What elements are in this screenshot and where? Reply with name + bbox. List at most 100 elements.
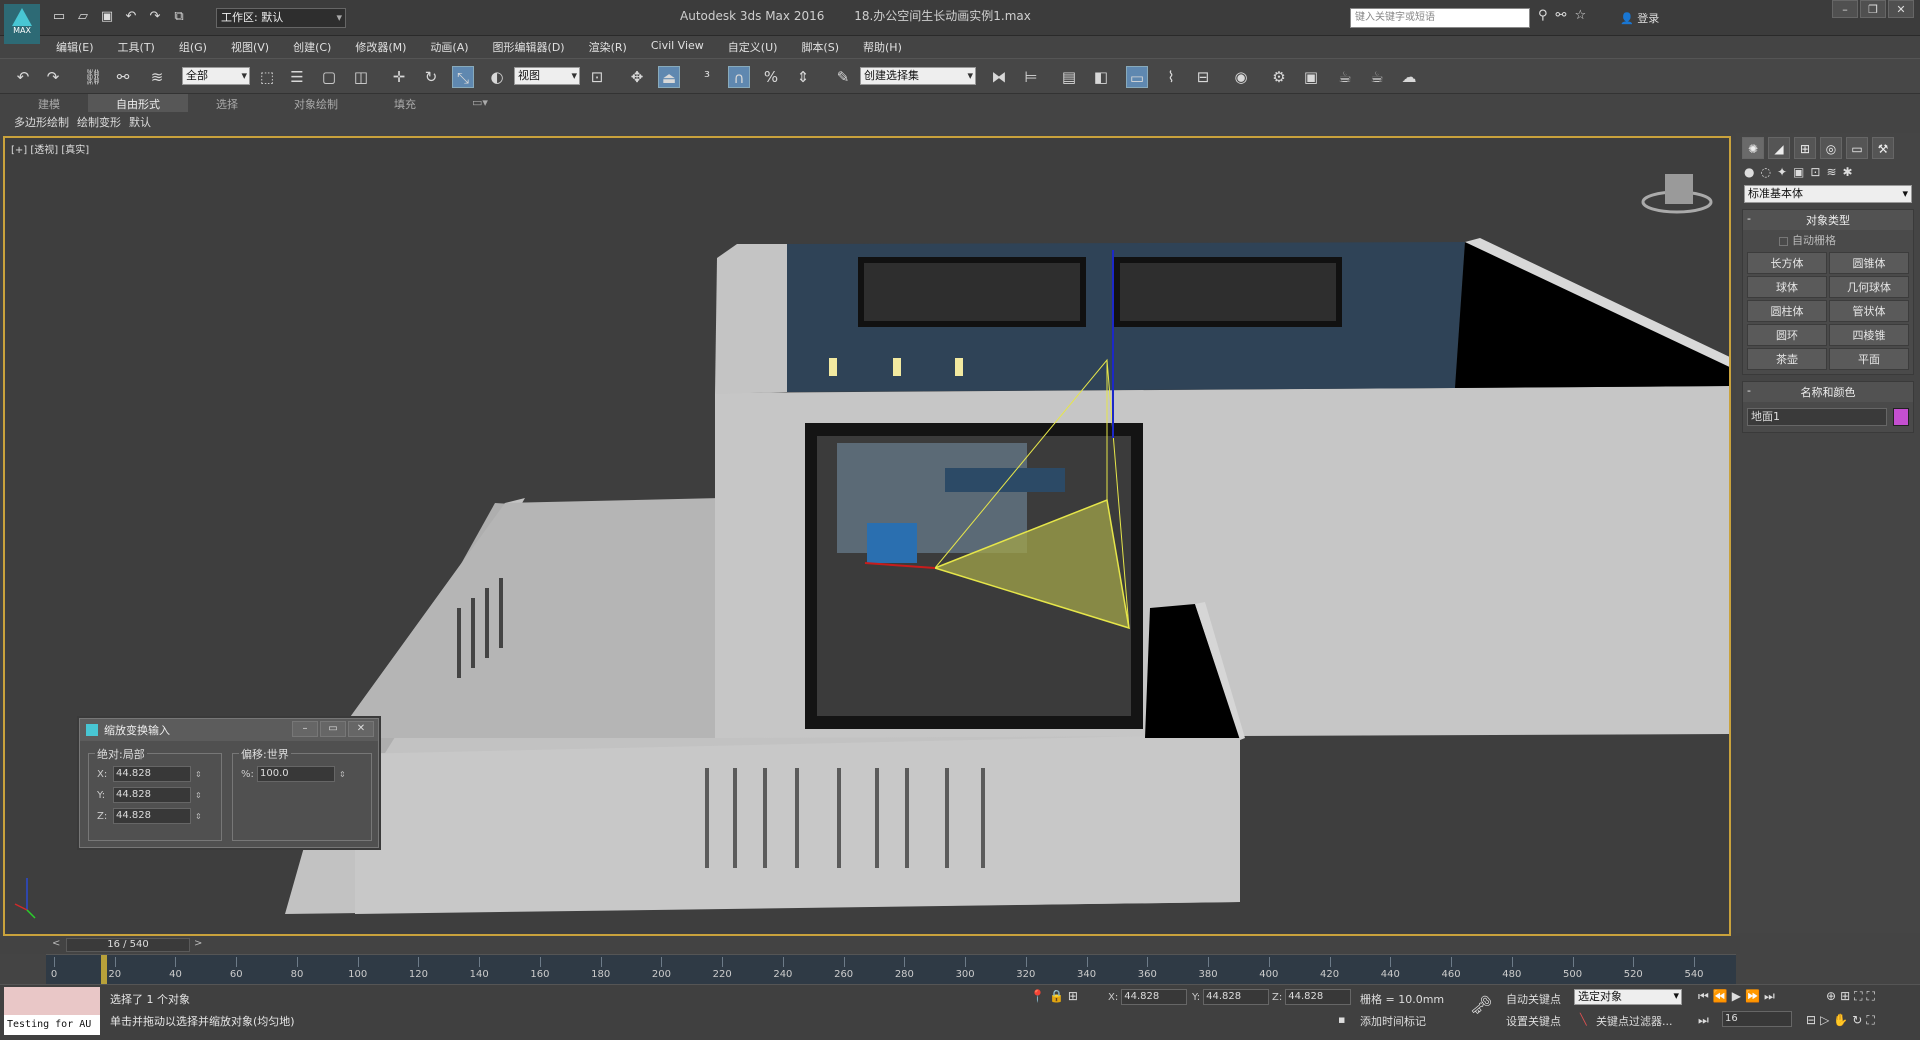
zoom-icon[interactable]: ⊕ bbox=[1826, 989, 1836, 1004]
restore-icon[interactable]: ▭ bbox=[320, 721, 346, 737]
place-icon[interactable]: ◐ bbox=[486, 66, 508, 88]
abs-x-spinner[interactable]: ⇕ bbox=[195, 770, 203, 779]
menu-views[interactable]: 视图(V) bbox=[219, 36, 281, 58]
scene-explorer-icon[interactable]: ◧ bbox=[1090, 66, 1112, 88]
select-by-name-icon[interactable]: ☰ bbox=[286, 66, 308, 88]
coord-y-input[interactable]: 44.828 bbox=[1203, 989, 1270, 1005]
helpers-icon[interactable]: ⊡ bbox=[1810, 165, 1820, 179]
key-filters-button[interactable]: 关键点过滤器... bbox=[1596, 1013, 1673, 1029]
cylinder-button[interactable]: 圆柱体 bbox=[1747, 300, 1827, 322]
menu-customize[interactable]: 自定义(U) bbox=[716, 36, 790, 58]
save-file-icon[interactable]: ▣ bbox=[98, 8, 116, 26]
pyramid-button[interactable]: 四棱锥 bbox=[1829, 324, 1909, 346]
mirror-icon[interactable]: ⧓ bbox=[988, 66, 1010, 88]
offset-percent-spinner[interactable]: ⇕ bbox=[339, 770, 347, 779]
align-icon[interactable]: ⊨ bbox=[1020, 66, 1042, 88]
poly-draw-panel[interactable]: 多边形绘制 bbox=[14, 114, 69, 130]
selection-lock-icon[interactable]: 🔒 bbox=[1049, 989, 1064, 1003]
undo-icon[interactable]: ↶ bbox=[12, 66, 34, 88]
reference-coordinate-dropdown[interactable]: 视图 bbox=[514, 67, 580, 85]
login-button[interactable]: 👤 登录 bbox=[1620, 10, 1659, 26]
abs-y-input[interactable]: 44.828 bbox=[113, 787, 191, 803]
select-rotate-icon[interactable]: ↻ bbox=[420, 66, 442, 88]
next-frame-icon[interactable]: ⏩ bbox=[1745, 989, 1760, 1004]
coord-x-input[interactable]: 44.828 bbox=[1121, 989, 1188, 1005]
ribbon-toggle-icon[interactable]: ▭ bbox=[1126, 66, 1148, 88]
plane-button[interactable]: 平面 bbox=[1829, 348, 1909, 370]
previous-frame-icon[interactable]: ⏪ bbox=[1713, 989, 1728, 1004]
next-frame-arrow-icon[interactable]: > bbox=[194, 938, 202, 949]
object-name-input[interactable]: 地面1 bbox=[1747, 408, 1887, 426]
key-mode-dropdown[interactable]: 选定对象 bbox=[1574, 989, 1682, 1005]
select-object-icon[interactable]: ⬚ bbox=[256, 66, 278, 88]
selection-filter-dropdown[interactable]: 全部 bbox=[182, 67, 250, 85]
geometry-category-dropdown[interactable]: 标准基本体 bbox=[1744, 185, 1912, 203]
material-editor-icon[interactable]: ◉ bbox=[1230, 66, 1252, 88]
project-folder-icon[interactable]: ⧉ bbox=[170, 8, 188, 26]
isolate-selection-icon[interactable]: 📍 bbox=[1030, 989, 1045, 1003]
go-to-start-icon[interactable]: ⏮ bbox=[1698, 989, 1709, 1004]
utilities-tab-icon[interactable]: ⚒ bbox=[1872, 137, 1894, 159]
add-time-tag[interactable]: 添加时间标记 bbox=[1360, 1013, 1426, 1029]
object-color-swatch[interactable] bbox=[1893, 408, 1909, 426]
autogrid-checkbox[interactable]: 自动栅格 bbox=[1743, 230, 1913, 250]
play-icon[interactable]: ▶ bbox=[1732, 989, 1741, 1004]
maxscript-input[interactable]: Testing for AU bbox=[4, 1015, 100, 1035]
menu-modifiers[interactable]: 修改器(M) bbox=[343, 36, 418, 58]
open-file-icon[interactable]: ▱ bbox=[74, 8, 92, 26]
sphere-button[interactable]: 球体 bbox=[1747, 276, 1827, 298]
torus-button[interactable]: 圆环 bbox=[1747, 324, 1827, 346]
menu-group[interactable]: 组(G) bbox=[167, 36, 219, 58]
render-setup-icon[interactable]: ⚙ bbox=[1268, 66, 1290, 88]
space-warps-icon[interactable]: ≋ bbox=[1826, 165, 1836, 179]
track-bar[interactable]: 0 20 40 60 80 100 120 140 160 180 200 220 240 260 280 3… bbox=[46, 954, 1736, 985]
systems-icon[interactable]: ✱ bbox=[1843, 165, 1853, 179]
close-icon[interactable]: ✕ bbox=[1888, 0, 1914, 18]
search-input[interactable]: 键入关键字或短语 bbox=[1350, 8, 1530, 28]
angle-snap-icon[interactable]: ∩ bbox=[728, 66, 750, 88]
auto-key-button[interactable]: 自动关键点 bbox=[1506, 991, 1561, 1007]
abs-z-input[interactable]: 44.828 bbox=[113, 808, 191, 824]
restore-icon[interactable]: ❐ bbox=[1860, 0, 1886, 18]
tab-modeling[interactable]: 建模 bbox=[10, 94, 88, 112]
geometry-icon[interactable]: ● bbox=[1744, 165, 1754, 179]
cone-button[interactable]: 圆锥体 bbox=[1829, 252, 1909, 274]
menu-tools[interactable]: 工具(T) bbox=[106, 36, 167, 58]
set-key-icon[interactable]: 🗝 bbox=[1470, 995, 1493, 1016]
field-of-view-icon[interactable]: ▷ bbox=[1820, 1013, 1829, 1028]
schematic-view-icon[interactable]: ⊟ bbox=[1192, 66, 1214, 88]
menu-help[interactable]: 帮助(H) bbox=[851, 36, 914, 58]
object-type-header[interactable]: 对象类型 bbox=[1743, 210, 1913, 230]
abs-x-input[interactable]: 44.828 bbox=[113, 766, 191, 782]
favorites-star-icon[interactable]: ☆ bbox=[1574, 8, 1586, 23]
named-selection-dropdown[interactable]: 创建选择集 bbox=[860, 67, 976, 85]
absolute-mode-icon[interactable]: ⊞ bbox=[1068, 989, 1078, 1003]
zoom-extents-all-icon[interactable]: ⛶ bbox=[1867, 989, 1875, 1004]
minimize-icon[interactable]: – bbox=[292, 721, 318, 737]
shapes-icon[interactable]: ◌ bbox=[1760, 165, 1770, 179]
render-production-icon[interactable]: ☕ bbox=[1334, 66, 1356, 88]
geosphere-button[interactable]: 几何球体 bbox=[1829, 276, 1909, 298]
tab-selection[interactable]: 选择 bbox=[188, 94, 266, 112]
percent-snap-icon[interactable]: % bbox=[760, 66, 782, 88]
menu-create[interactable]: 创建(C) bbox=[281, 36, 343, 58]
teapot-button[interactable]: 茶壶 bbox=[1747, 348, 1827, 370]
name-color-header[interactable]: 名称和颜色 bbox=[1743, 382, 1913, 402]
set-key-button[interactable]: 设置关键点 bbox=[1506, 1013, 1561, 1029]
orbit-icon[interactable]: ↻ bbox=[1852, 1013, 1862, 1028]
prev-frame-arrow-icon[interactable]: < bbox=[52, 938, 60, 949]
defaults-panel[interactable]: 默认 bbox=[129, 114, 151, 130]
close-icon[interactable]: ✕ bbox=[348, 721, 374, 737]
edit-named-selection-icon[interactable]: ✎ bbox=[832, 66, 854, 88]
render-in-cloud-icon[interactable]: ☁ bbox=[1398, 66, 1420, 88]
motion-tab-icon[interactable]: ◎ bbox=[1820, 137, 1842, 159]
select-manipulate-icon[interactable]: ✥ bbox=[626, 66, 648, 88]
keyboard-shortcut-override-icon[interactable]: ⏏ bbox=[658, 66, 680, 88]
pan-view-icon[interactable]: ✋ bbox=[1833, 1013, 1848, 1028]
abs-y-spinner[interactable]: ⇕ bbox=[195, 791, 203, 800]
menu-graph-editors[interactable]: 图形编辑器(D) bbox=[481, 36, 577, 58]
offset-percent-input[interactable]: 100.0 bbox=[257, 766, 335, 782]
current-frame-input[interactable]: 16 bbox=[1722, 1011, 1792, 1027]
paint-deform-panel[interactable]: 绘制变形 bbox=[77, 114, 121, 130]
snaps-toggle-icon[interactable]: ³ bbox=[696, 66, 718, 88]
